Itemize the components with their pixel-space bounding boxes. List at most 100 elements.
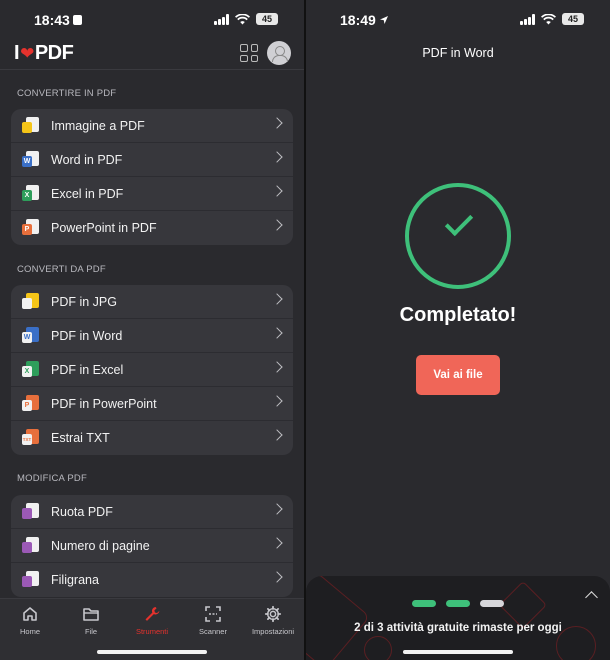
tab-home[interactable]: Home (0, 605, 60, 636)
tool-item[interactable]: Ruota PDF (11, 495, 293, 529)
lock-status-icon (72, 15, 82, 25)
section-title: MODIFICA PDF (17, 473, 87, 484)
pdf-to-excel-icon: X (22, 361, 40, 379)
section-title: CONVERTIRE IN PDF (17, 88, 117, 99)
tool-item[interactable]: W Word in PDF (11, 143, 293, 177)
tool-item-label: Estrai TXT (51, 431, 110, 445)
chevron-right-icon (271, 185, 283, 197)
tab-file[interactable]: File (61, 605, 121, 636)
wifi-icon (541, 13, 556, 24)
home-indicator[interactable] (97, 650, 207, 654)
gear-icon (264, 605, 282, 623)
wifi-icon (235, 13, 250, 24)
tool-item[interactable]: Numero di pagine (11, 529, 293, 563)
location-arrow-icon (379, 16, 388, 24)
page-numbers-icon (22, 537, 40, 555)
folder-icon (83, 608, 99, 621)
chevron-right-icon (271, 429, 283, 441)
tool-item-label: Immagine a PDF (51, 118, 145, 133)
tool-item[interactable]: W PDF in Word (11, 319, 293, 353)
status-time: 18:43 (34, 12, 70, 28)
tool-item-label: PDF in Excel (51, 362, 124, 377)
tool-item[interactable]: TXT Estrai TXT (11, 421, 293, 455)
section-title: CONVERTI DA PDF (17, 264, 106, 275)
home-indicator[interactable] (403, 650, 513, 654)
extract-txt-icon: TXT (22, 429, 40, 447)
free-tasks-panel[interactable]: 2 di 3 attività gratuite rimaste per ogg… (306, 576, 610, 660)
app-header: I ❤ PDF (0, 38, 304, 70)
tool-group: PDF in JPG W PDF in Word X PDF in Excel P PDF … (11, 285, 293, 455)
heart-icon: ❤ (20, 43, 34, 63)
tool-item[interactable]: X PDF in Excel (11, 353, 293, 387)
user-avatar[interactable] (267, 41, 291, 65)
tool-item-label: PowerPoint in PDF (51, 221, 157, 235)
tool-item[interactable]: P PowerPoint in PDF (11, 211, 293, 245)
chevron-right-icon (271, 219, 283, 231)
status-bar: 18:43 45 (0, 10, 304, 30)
pdf-to-powerpoint-icon: P (22, 395, 40, 413)
quota-pill-filled (412, 600, 436, 607)
battery-icon: 45 (562, 13, 584, 25)
image-to-pdf-icon (22, 117, 40, 135)
tool-item[interactable]: P PDF in PowerPoint (11, 387, 293, 421)
tool-item-label: Ruota PDF (51, 504, 113, 519)
tab-strumenti[interactable]: Strumenti (122, 605, 182, 636)
cellular-signal-icon (520, 13, 535, 25)
chevron-right-icon (271, 327, 283, 339)
tool-group: Immagine a PDF W Word in PDF X Excel in PDF P… (11, 109, 293, 245)
battery-icon: 45 (256, 13, 278, 25)
scanner-icon (205, 606, 221, 622)
tab-scanner[interactable]: Scanner (183, 605, 243, 636)
tools-screen: 18:43 45 I ❤ PDF CONVERTIRE IN PDF Immagi… (0, 0, 304, 660)
chevron-right-icon (271, 503, 283, 515)
chevron-right-icon (271, 293, 283, 305)
tool-item-label: Word in PDF (51, 152, 123, 167)
tool-item-label: Excel in PDF (51, 186, 124, 201)
chevron-right-icon (271, 117, 283, 129)
chevron-right-icon (271, 395, 283, 407)
pdf-to-jpg-icon (22, 293, 40, 311)
tool-item-label: Filigrana (51, 573, 99, 587)
watermark-icon (22, 571, 40, 589)
home-icon (23, 607, 37, 621)
chevron-right-icon (271, 151, 283, 163)
tool-item-label: PDF in JPG (51, 294, 117, 309)
quota-pill-empty (480, 600, 504, 607)
status-time: 18:49 (340, 12, 376, 28)
tool-item[interactable]: Immagine a PDF (11, 109, 293, 143)
cellular-signal-icon (214, 13, 229, 25)
quota-pill-filled (446, 600, 470, 607)
tab-impostazioni[interactable]: Impostazioni (243, 605, 303, 636)
tool-item[interactable]: PDF in JPG (11, 285, 293, 319)
completed-heading: Completato! (399, 304, 517, 326)
tool-item[interactable]: Filigrana (11, 563, 293, 597)
word-to-pdf-icon: W (22, 151, 40, 169)
decorative-shape (306, 576, 371, 660)
tab-bar: Home File Strumenti Scanner Impostazioni (0, 598, 304, 660)
page-title: PDF in Word (422, 46, 494, 60)
tool-item-label: Numero di pagine (51, 538, 150, 553)
chevron-up-icon[interactable] (585, 591, 598, 604)
grid-view-icon[interactable] (240, 44, 258, 62)
status-bar: 18:49 45 (306, 10, 610, 30)
ilovepdf-logo: I ❤ PDF (14, 42, 74, 64)
chevron-right-icon (271, 571, 283, 583)
tool-group: Ruota PDF Numero di pagine Filigrana (11, 495, 293, 597)
free-tasks-remaining: 2 di 3 attività gratuite rimaste per ogg… (354, 622, 562, 634)
tool-item-label: PDF in Word (51, 328, 123, 343)
powerpoint-to-pdf-icon: P (22, 219, 40, 237)
go-to-files-button[interactable]: Vai ai file (416, 355, 500, 395)
success-circle (405, 183, 511, 289)
conversion-complete-screen: 18:49 45 PDF in Word Completato! Vai ai … (306, 0, 610, 660)
tool-item-label: PDF in PowerPoint (51, 396, 157, 411)
pdf-to-word-icon: W (22, 327, 40, 345)
rotate-pdf-icon (22, 503, 40, 521)
excel-to-pdf-icon: X (22, 185, 40, 203)
chevron-right-icon (271, 537, 283, 549)
chevron-right-icon (271, 361, 283, 373)
decorative-shape (364, 636, 392, 660)
tool-item[interactable]: X Excel in PDF (11, 177, 293, 211)
quota-progress (412, 600, 504, 607)
checkmark-icon (444, 207, 474, 237)
wrench-icon (145, 607, 160, 621)
